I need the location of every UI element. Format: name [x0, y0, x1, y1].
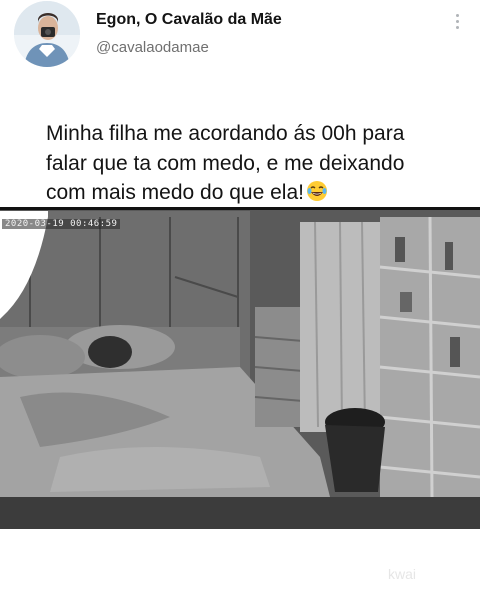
- display-name[interactable]: Egon, O Cavalão da Mãe: [96, 11, 282, 29]
- tweet-text-line: Minha filha me acordando ás 00h para: [46, 122, 405, 145]
- kwai-watermark: kwai: [388, 566, 417, 582]
- tweet-text-line: com mais medo do que ela!: [46, 178, 466, 208]
- video-timestamp: 2020-03-19 00:46:59: [2, 219, 121, 229]
- video-player[interactable]: 2020-03-19 00:46:59: [0, 207, 480, 529]
- profile-avatar[interactable]: [14, 1, 80, 67]
- more-options-icon[interactable]: [445, 8, 469, 34]
- avatar-photo: [14, 1, 80, 67]
- user-handle[interactable]: @cavalaodamae: [96, 39, 209, 56]
- tweet-text: Minha filha me acordando ás 00h para fal…: [46, 119, 466, 208]
- tweet-text-line: falar que ta com medo, e me deixando: [46, 151, 405, 175]
- video-frame: [0, 207, 480, 529]
- tweet-text-line-content: com mais medo do que ela!: [46, 181, 304, 204]
- laughing-with-tears-emoji: [306, 180, 328, 202]
